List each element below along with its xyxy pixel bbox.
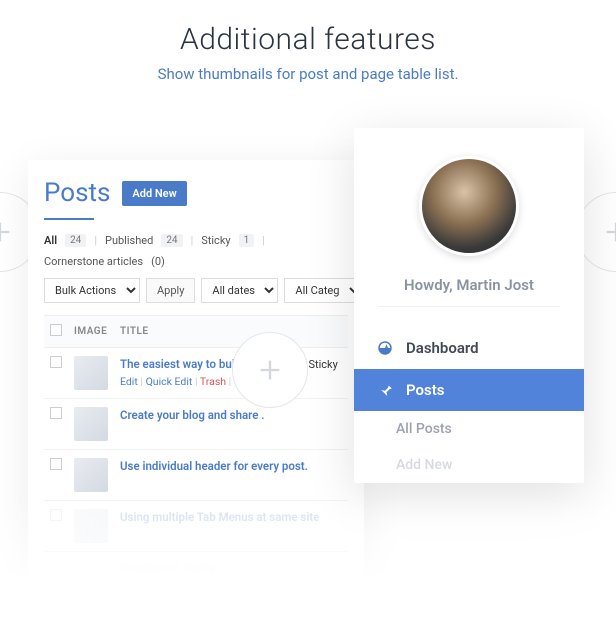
tab-indicator bbox=[44, 218, 94, 220]
submenu-add-new[interactable]: Add New bbox=[354, 447, 584, 483]
col-title: TITLE bbox=[114, 316, 348, 348]
filter-sticky-count: 1 bbox=[239, 234, 255, 247]
avatar bbox=[419, 156, 519, 256]
dashboard-icon bbox=[376, 339, 394, 357]
pin-icon bbox=[376, 381, 394, 399]
dates-select[interactable]: All dates bbox=[201, 278, 278, 303]
categories-select[interactable]: All Categ bbox=[284, 278, 363, 303]
row-checkbox[interactable] bbox=[50, 356, 62, 368]
post-title-link[interactable]: Postformat: Quote bbox=[120, 561, 215, 575]
menu-posts[interactable]: Posts bbox=[354, 369, 584, 411]
page-subtitle: Show thumbnails for post and page table … bbox=[0, 65, 616, 83]
menu-dashboard[interactable]: Dashboard bbox=[354, 327, 584, 369]
table-row[interactable]: Use individual header for every post. bbox=[44, 450, 348, 501]
post-title-link[interactable]: Use individual header for every post. bbox=[120, 459, 308, 473]
posts-heading: Posts bbox=[44, 178, 110, 208]
table-row[interactable]: Using multiple Tab Menus at same site bbox=[44, 501, 348, 552]
bulk-actions-select[interactable]: Bulk Actions bbox=[44, 278, 140, 303]
sidebar-menu-panel: Howdy, Martin Jost Dashboard Posts All P… bbox=[354, 128, 584, 483]
filter-published[interactable]: Published bbox=[105, 234, 153, 247]
posts-panel: Posts Add New All 24 | Published 24 | St… bbox=[28, 160, 364, 585]
filter-published-count: 24 bbox=[161, 234, 182, 247]
table-row[interactable]: Create your blog and share . bbox=[44, 399, 348, 450]
post-title-link[interactable]: Using multiple Tab Menus at same site bbox=[120, 510, 319, 524]
page-title: Additional features bbox=[0, 22, 616, 57]
submenu-all-posts[interactable]: All Posts bbox=[354, 411, 584, 447]
quick-edit-link[interactable]: Quick Edit bbox=[146, 375, 193, 388]
edit-link[interactable]: Edit bbox=[120, 375, 138, 388]
post-thumbnail bbox=[74, 407, 108, 441]
post-thumbnail bbox=[74, 356, 108, 390]
greeting: Howdy, Martin Jost bbox=[354, 276, 584, 294]
menu-label: Posts bbox=[406, 381, 444, 399]
col-image: IMAGE bbox=[68, 316, 114, 348]
trash-link[interactable]: Trash bbox=[200, 375, 226, 388]
filter-cornerstone-count: (0) bbox=[151, 255, 165, 268]
row-checkbox[interactable] bbox=[50, 407, 62, 419]
filter-sticky[interactable]: Sticky bbox=[201, 234, 230, 247]
table-row[interactable]: Postformat: Quote bbox=[44, 552, 348, 585]
post-thumbnail bbox=[74, 458, 108, 492]
post-thumbnail bbox=[74, 509, 108, 543]
post-title-link[interactable]: Create your blog and share . bbox=[120, 408, 265, 422]
divider bbox=[378, 306, 560, 307]
add-new-button[interactable]: Add New bbox=[122, 181, 186, 206]
row-checkbox[interactable] bbox=[50, 458, 62, 470]
filter-all-count: 24 bbox=[65, 234, 86, 247]
plus-icon bbox=[232, 332, 308, 408]
filter-cornerstone[interactable]: Cornerstone articles bbox=[44, 255, 143, 268]
select-all-checkbox[interactable] bbox=[50, 324, 62, 336]
filter-all[interactable]: All bbox=[44, 234, 57, 247]
row-checkbox[interactable] bbox=[50, 509, 62, 521]
filter-row: All 24 | Published 24 | Sticky 1 | Corne… bbox=[44, 234, 348, 268]
apply-button[interactable]: Apply bbox=[146, 278, 195, 303]
menu-label: Dashboard bbox=[406, 339, 479, 357]
